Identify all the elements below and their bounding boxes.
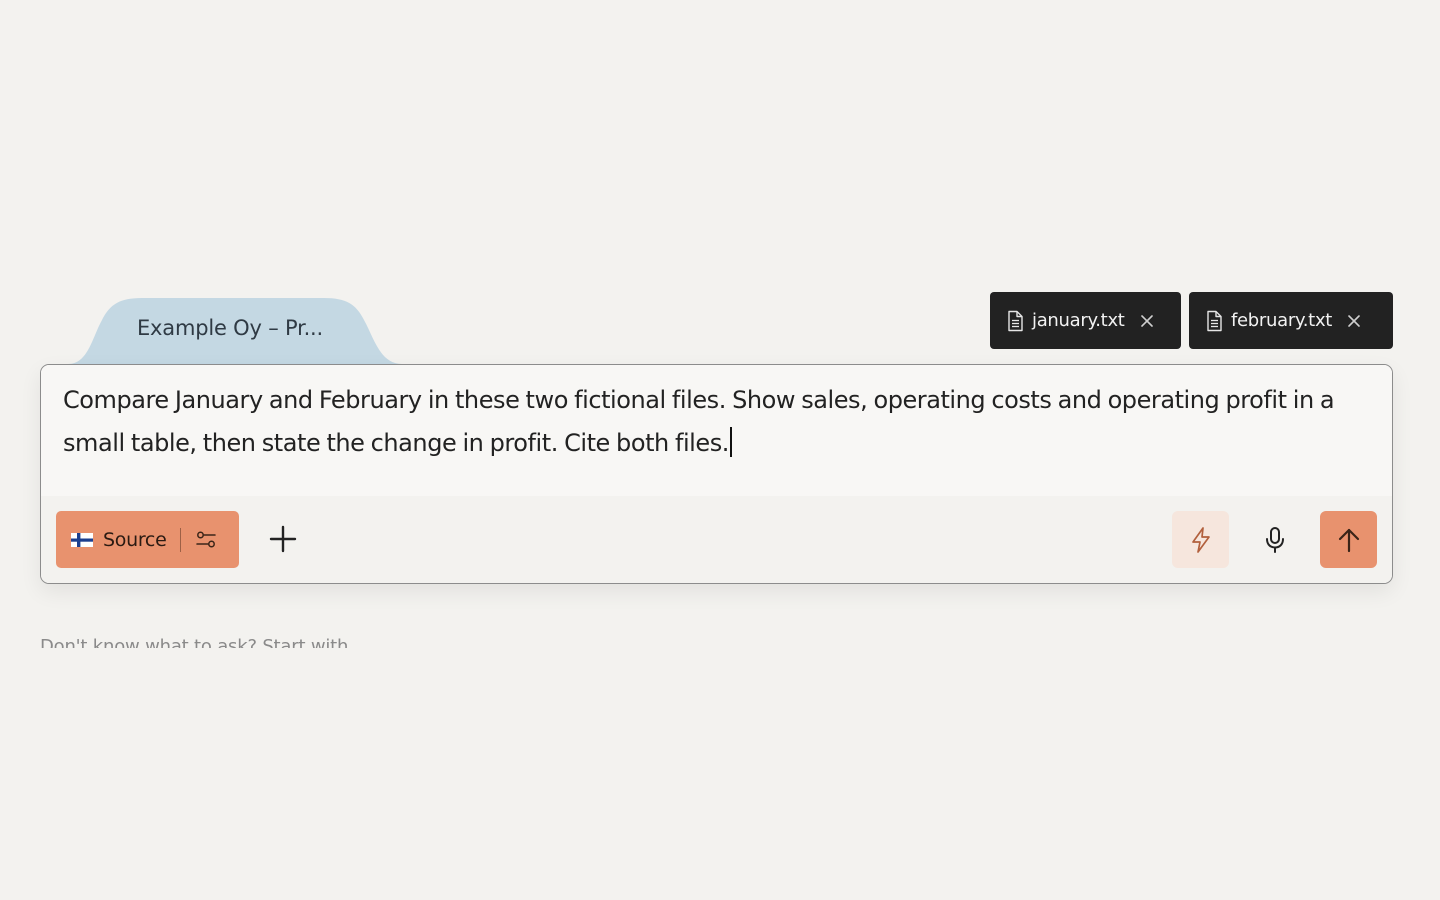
suggestions-heading: Don't know what to ask? Start with xyxy=(40,634,440,648)
attachment-chip-february[interactable]: february.txt xyxy=(1189,292,1393,349)
workspace-tab-label: Example Oy – Pr... xyxy=(136,316,323,340)
document-icon xyxy=(1205,310,1223,332)
document-icon xyxy=(1006,310,1024,332)
prompt-input[interactable]: Compare January and February in these tw… xyxy=(41,365,1392,497)
text-caret xyxy=(729,427,732,457)
source-button[interactable]: Source xyxy=(56,511,239,568)
add-attachment-button[interactable] xyxy=(265,516,301,562)
source-label: Source xyxy=(103,528,167,551)
page: Example Oy – Pr... january.txt february.… xyxy=(0,0,1440,900)
close-icon[interactable] xyxy=(1139,313,1155,329)
prompt-composer: Compare January and February in these tw… xyxy=(40,364,1393,584)
composer-toolbar: Source xyxy=(41,496,1392,583)
arrow-up-icon xyxy=(1336,526,1362,554)
microphone-icon xyxy=(1263,526,1287,554)
attachment-name: february.txt xyxy=(1231,310,1333,331)
prompt-text: Compare January and February in these tw… xyxy=(63,386,1335,457)
sliders-icon[interactable] xyxy=(195,529,217,551)
attachment-chip-january[interactable]: january.txt xyxy=(990,292,1181,349)
attachment-name: january.txt xyxy=(1032,310,1125,331)
close-icon[interactable] xyxy=(1346,313,1362,329)
lightning-icon xyxy=(1188,526,1214,554)
plus-icon xyxy=(269,525,297,553)
send-button[interactable] xyxy=(1320,511,1377,568)
suggestions-heading-text: Don't know what to ask? Start with xyxy=(40,636,349,648)
prompt-text-container: Compare January and February in these tw… xyxy=(63,379,1353,465)
workspace-tab[interactable]: Example Oy – Pr... xyxy=(68,298,402,364)
microphone-button[interactable] xyxy=(1246,511,1303,568)
finland-flag-icon xyxy=(71,532,93,547)
source-divider xyxy=(180,527,182,552)
quick-mode-button[interactable] xyxy=(1172,511,1229,568)
